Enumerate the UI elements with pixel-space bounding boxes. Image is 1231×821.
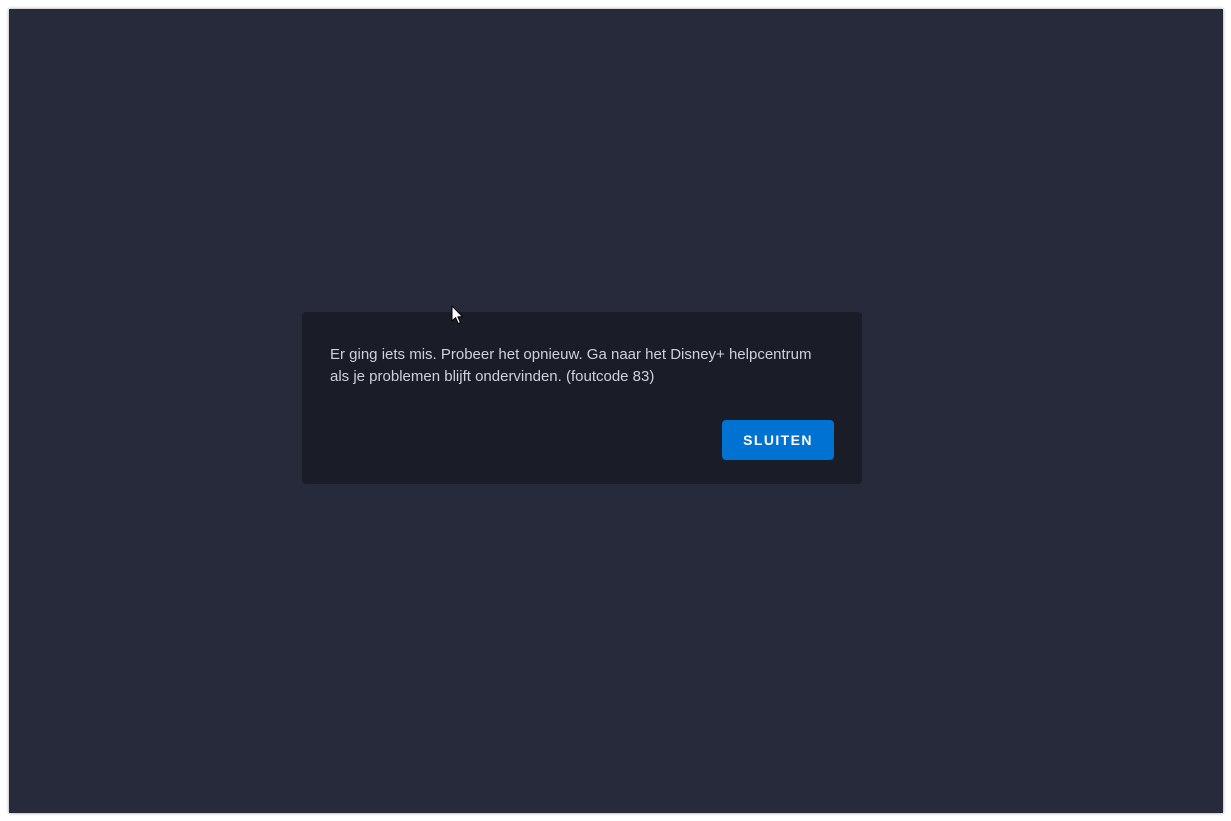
app-window: Er ging iets mis. Probeer het opnieuw. G… — [9, 9, 1223, 813]
error-message: Er ging iets mis. Probeer het opnieuw. G… — [330, 346, 812, 385]
close-button[interactable]: SLUITEN — [722, 420, 834, 460]
error-dialog: Er ging iets mis. Probeer het opnieuw. G… — [302, 312, 862, 484]
